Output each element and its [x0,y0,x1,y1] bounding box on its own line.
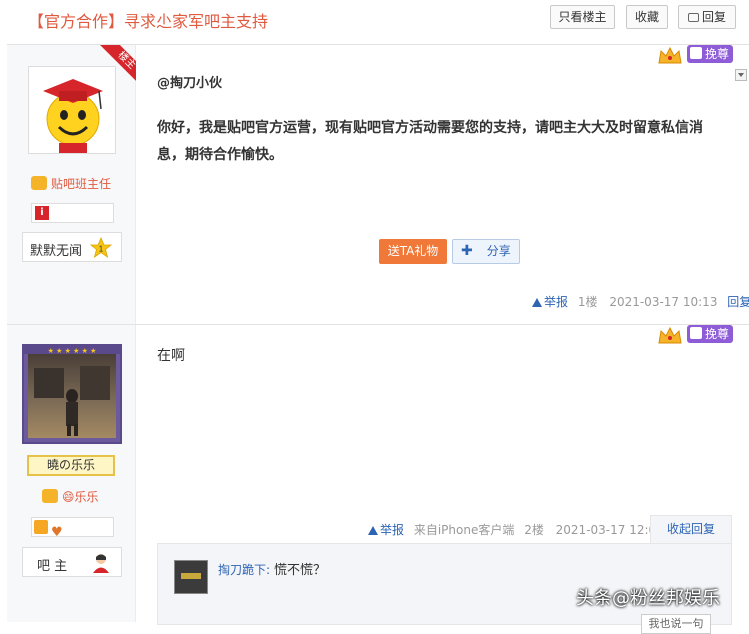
role-label: 吧 主 [37,559,68,574]
thread-title: 【官方合作】寻求尐家军吧主支持 [28,12,269,31]
author-sidebar: 楼主 贴吧班主任 i 默默无闻 1 [7,45,136,324]
role-box: 吧 主 [22,547,122,577]
post-content: 在啊 [157,348,185,364]
floor-number: 1楼 [577,295,598,309]
gift-button[interactable]: 送TA礼物 [379,239,447,264]
info-icon [34,520,48,534]
save-label: 挽尊 [704,327,729,341]
rank-icon [31,176,47,190]
favorite-button[interactable]: 收藏 [626,5,668,29]
post-meta: 举报 1楼 2021-03-17 10:13 回复 [532,293,749,310]
post-meta: 举报 来自iPhone客户端 2楼 2021-03-17 12:01 [368,521,664,538]
report-link[interactable]: 举报 [368,523,404,537]
lz-tag: 楼主 [100,45,136,81]
share-label: 分享 [486,244,511,258]
save-badge[interactable]: 挽尊 [657,325,741,345]
heart-icon: ♥ [51,525,63,540]
report-label: 举报 [544,295,569,309]
save-label: 挽尊 [704,47,729,61]
reply-link[interactable]: 回复 [727,295,749,309]
nameplate[interactable]: 曉の乐乐 [27,455,115,476]
post-time: 2021-03-17 12:01 [555,523,664,537]
report-link[interactable]: 举报 [532,295,568,309]
share-button[interactable]: ✚ 分享 [452,239,520,264]
client-source: 来自iPhone客户端 [413,523,515,537]
report-label: 举报 [380,523,405,537]
post-floor-1: 楼主 贴吧班主任 i 默默无闻 1 挽尊 @掏刀小伙 你好，我是贴吧官方运营，现… [7,44,749,324]
sub-reply-text: 慌不慌？ [274,563,327,578]
add-reply-button[interactable]: 我也说一句 [641,614,711,634]
reply-button-label: 回复 [701,10,726,24]
chevron-down-icon[interactable] [735,69,747,81]
user-icon [93,554,109,573]
collapse-reply-button[interactable]: 收起回复 [650,515,732,543]
sub-reply-avatar[interactable] [174,560,208,594]
warning-icon [368,526,378,535]
level-box[interactable]: 默默无闻 1 [22,232,122,262]
thread-header: 【官方合作】寻求尐家军吧主支持 只看楼主 收藏 回复 [0,0,749,44]
reply-icon [687,13,699,22]
sub-reply-user[interactable]: 掏刀跪下: [218,561,270,578]
level-star-icon: 1 [90,237,112,258]
lz-ribbon: 楼主 [100,45,136,81]
rank-label: 贴吧班主任 [31,175,111,192]
rank-label: 😄乐乐 [42,488,99,505]
warning-icon [532,298,542,307]
reply-button[interactable]: 回复 [678,5,736,29]
crown-icon [658,46,682,64]
author-sidebar: ★ ★ ★ ★ ★ ★ 曉の乐乐 😄乐乐 ♥ 吧 主 [7,325,136,622]
crown-icon [658,326,682,344]
username: 默默无闻 [30,244,83,259]
rank-icon [42,489,58,503]
plus-icon: ✚ [461,243,473,259]
avatar[interactable]: ★ ★ ★ ★ ★ ★ [22,344,122,444]
watermark: 头条@粉丝邦娱乐 [576,588,720,609]
rank-text: 贴吧班主任 [51,177,112,191]
hand-icon [690,47,702,59]
svg-text:★ ★ ★ ★ ★ ★: ★ ★ ★ ★ ★ ★ [48,347,97,355]
only-lz-button[interactable]: 只看楼主 [550,5,615,29]
mention: @掏刀小伙 [157,76,223,91]
photo-avatar: ★ ★ ★ ★ ★ ★ [24,346,120,438]
post-content: 你好，我是贴吧官方运营，现有贴吧官方活动需要您的支持，请吧主大大及时留意私信消息… [157,120,703,163]
save-tag[interactable]: 挽尊 [687,45,733,63]
save-badge[interactable]: 挽尊 [657,45,741,65]
rank-text: 😄乐乐 [62,490,99,504]
badge-box: ♥ [31,517,114,540]
badge-box: i [31,203,114,223]
post-time: 2021-03-17 10:13 [609,295,718,309]
info-icon: i [35,206,49,220]
save-tag[interactable]: 挽尊 [687,325,733,343]
hand-icon [690,327,702,339]
floor-number: 2楼 [524,523,544,537]
post-floor-2: ★ ★ ★ ★ ★ ★ 曉の乐乐 😄乐乐 ♥ 吧 主 挽尊 在啊 举报 来自iP… [7,324,749,634]
level-number: 1 [99,245,104,254]
